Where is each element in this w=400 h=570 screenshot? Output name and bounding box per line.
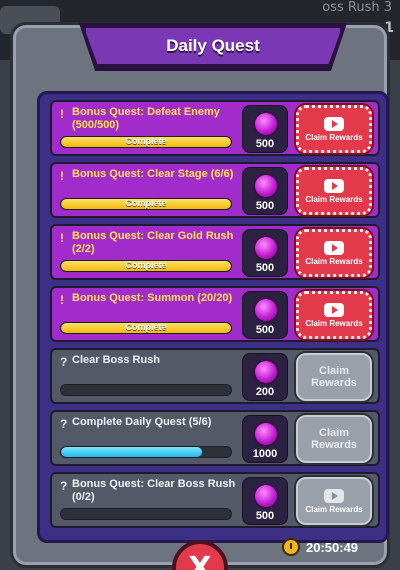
- claim-label: Claim Rewards: [311, 365, 357, 389]
- progress-label: Complete: [125, 136, 167, 146]
- quest-progress-bar: [60, 384, 232, 396]
- gem-icon: [255, 237, 277, 259]
- play-video-icon: [324, 302, 344, 317]
- quest-status-mark: !: [60, 169, 64, 183]
- reward-amount: 1000: [252, 448, 278, 460]
- reward-box: 500: [242, 105, 288, 153]
- gem-icon: [255, 113, 277, 135]
- reward-amount: 500: [255, 262, 275, 274]
- reward-amount: 200: [255, 386, 275, 398]
- quest-status-mark: !: [60, 231, 64, 245]
- quest-title: Bonus Quest: Clear Gold Rush (2/2): [72, 230, 234, 255]
- quest-status-mark: ?: [60, 479, 68, 493]
- reward-amount: 500: [255, 510, 275, 522]
- gem-icon: [255, 299, 277, 321]
- reward-box: 1000: [242, 415, 288, 463]
- progress-label: Complete: [125, 198, 167, 208]
- claim-rewards-button[interactable]: Claim Rewards: [296, 477, 372, 525]
- quest-status-mark: ?: [60, 417, 68, 431]
- claim-rewards-button[interactable]: Claim Rewards: [296, 415, 372, 463]
- title-banner: Daily Quest: [83, 25, 343, 67]
- quest-row: ! Bonus Quest: Summon (20/20) Complete 500 C…: [50, 286, 380, 342]
- progress-label: Complete: [125, 322, 167, 332]
- quest-row: ! Bonus Quest: Defeat Enemy (500/500) Comp…: [50, 100, 380, 156]
- quest-title: Bonus Quest: Defeat Enemy (500/500): [72, 106, 220, 131]
- quest-title: Bonus Quest: Clear Stage (6/6): [72, 168, 234, 180]
- claim-rewards-button[interactable]: Claim Rewards: [296, 353, 372, 401]
- claim-label: Claim Rewards: [311, 427, 357, 451]
- gem-icon: [255, 175, 277, 197]
- quest-progress-bar: Complete: [60, 322, 232, 334]
- gem-icon: [255, 361, 277, 383]
- claim-label: Claim Rewards: [305, 132, 363, 142]
- claim-rewards-button[interactable]: Claim Rewards: [296, 167, 372, 215]
- quest-progress-bar: Complete: [60, 136, 232, 148]
- play-video-icon: [324, 240, 344, 255]
- reward-box: 500: [242, 229, 288, 277]
- quest-row: ? Bonus Quest: Clear Boss Rush (0/2) 500 Cl…: [50, 472, 380, 528]
- daily-quest-popup: Daily Quest ! Bonus Quest: Defeat Enemy (…: [10, 22, 390, 568]
- quest-title: Clear Boss Rush: [72, 354, 161, 366]
- claim-rewards-button[interactable]: Claim Rewards: [296, 291, 372, 339]
- quest-title: Bonus Quest: Clear Boss Rush (0/2): [72, 478, 236, 503]
- reset-timer: 20:50:49: [282, 538, 358, 556]
- close-icon: X: [188, 550, 212, 570]
- gem-icon: [255, 423, 277, 445]
- progress-label: Complete: [125, 260, 167, 270]
- reward-amount: 500: [255, 138, 275, 150]
- background-label: oss Rush 3: [322, 0, 392, 15]
- quest-row: ! Bonus Quest: Clear Gold Rush (2/2) Compl…: [50, 224, 380, 280]
- reward-box: 500: [242, 291, 288, 339]
- claim-rewards-button[interactable]: Claim Rewards: [296, 105, 372, 153]
- progress-fill: [61, 447, 203, 457]
- play-video-icon: [324, 488, 344, 503]
- quest-row: ? Complete Daily Quest (5/6) 1000 Claim Rew…: [50, 410, 380, 466]
- claim-label: Claim Rewards: [305, 318, 363, 328]
- reward-box: 200: [242, 353, 288, 401]
- reward-box: 500: [242, 477, 288, 525]
- quest-row: ? Clear Boss Rush 200 Claim Rewards: [50, 348, 380, 404]
- quest-status-mark: !: [60, 107, 64, 121]
- quest-progress-bar: [60, 446, 232, 458]
- quest-progress-bar: Complete: [60, 198, 232, 210]
- quest-status-mark: ?: [60, 355, 68, 369]
- reward-box: 500: [242, 167, 288, 215]
- timer-text: 20:50:49: [306, 539, 359, 555]
- quest-title: Bonus Quest: Summon (20/20): [72, 292, 233, 304]
- quest-progress-bar: Complete: [60, 260, 232, 272]
- quest-progress-bar: [60, 508, 232, 520]
- claim-label: Claim Rewards: [305, 504, 363, 514]
- gem-icon: [255, 485, 277, 507]
- clock-icon: [282, 538, 300, 556]
- quest-title: Complete Daily Quest (5/6): [72, 416, 212, 428]
- play-video-icon: [324, 116, 344, 131]
- play-video-icon: [324, 178, 344, 193]
- quest-list[interactable]: ! Bonus Quest: Defeat Enemy (500/500) Comp…: [37, 91, 389, 543]
- claim-rewards-button[interactable]: Claim Rewards: [296, 229, 372, 277]
- claim-label: Claim Rewards: [305, 194, 363, 204]
- quest-status-mark: !: [60, 293, 64, 307]
- reward-amount: 500: [255, 324, 275, 336]
- popup-title: Daily Quest: [166, 36, 260, 55]
- quest-row: ! Bonus Quest: Clear Stage (6/6) Complete 5…: [50, 162, 380, 218]
- reward-amount: 500: [255, 200, 275, 212]
- claim-label: Claim Rewards: [305, 256, 363, 266]
